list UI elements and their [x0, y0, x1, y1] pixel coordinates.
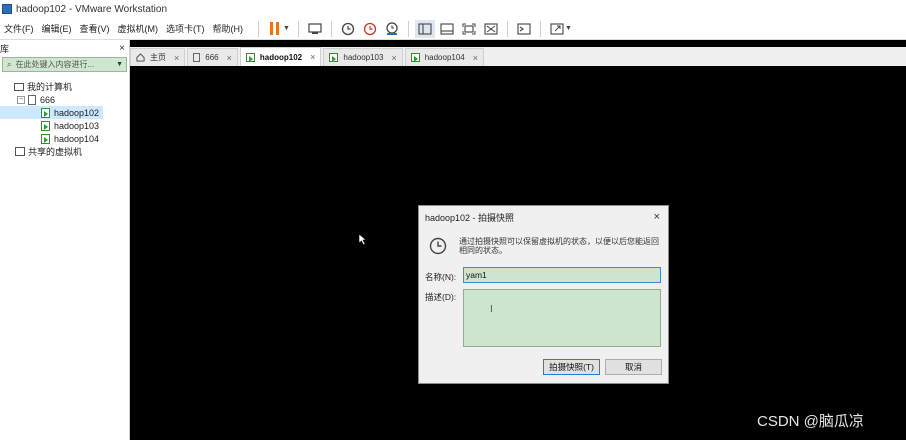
collapse-icon[interactable]: − [17, 95, 25, 104]
tree-item-label: hadoop102 [54, 107, 100, 118]
tree-item-hadoop102[interactable]: hadoop102 [0, 106, 103, 119]
toolbar-divider [330, 20, 332, 37]
tree-item-label: 共享的虚拟机 [28, 147, 83, 157]
unity-icon[interactable] [481, 20, 501, 38]
search-dropdown-icon[interactable]: ▼ [116, 61, 123, 68]
tree-item-label: hadoop104 [54, 133, 100, 144]
tab-hadoop102[interactable]: hadoop102 × [239, 47, 322, 66]
dialog-title: hadoop102 - 拍摄快照 [425, 212, 515, 223]
library-title: 库 [0, 43, 10, 54]
vm-icon [245, 52, 255, 62]
pause-dropdown-icon[interactable]: ▼ [283, 25, 290, 32]
tab-close-icon[interactable]: × [391, 53, 396, 63]
tab-strip: 主页 × 666 × hadoop102 × hadoop103 × hadoo… [130, 47, 906, 66]
shared-vm-icon [15, 147, 25, 156]
vm-running-icon [41, 107, 50, 118]
tab-label: hadoop104 [424, 53, 465, 62]
vm-running-icon [41, 133, 50, 144]
title-bar: hadoop102 - VMware Workstation [0, 0, 906, 18]
menu-vm[interactable]: 虚拟机(M) [114, 22, 163, 35]
menu-bar: 文件(F) 编辑(E) 查看(V) 虚拟机(M) 选项卡(T) 帮助(H) ▼ [0, 18, 906, 40]
tree-item-666[interactable]: − 666 [0, 93, 129, 106]
menu-help[interactable]: 帮助(H) [209, 22, 248, 35]
menu-edit[interactable]: 编辑(E) [38, 22, 76, 35]
thumbnail-bar-icon[interactable] [437, 20, 457, 38]
search-icon: ⌕ [7, 59, 12, 69]
tree-item-label: 666 [40, 94, 56, 105]
library-search-input[interactable]: ⌕ 在此处键入内容进行... ▼ [2, 57, 127, 72]
computer-icon [14, 82, 24, 91]
revert-snapshot-icon[interactable] [360, 20, 380, 38]
dialog-title-bar: hadoop102 - 拍摄快照 × [419, 206, 668, 228]
dialog-info: 通过拍摄快照可以保留虚拟机的状态，以便以后您能返回相同的状态。 [429, 237, 659, 255]
window-title: hadoop102 - VMware Workstation [16, 3, 168, 15]
name-label: 名称(N): [425, 272, 457, 282]
cancel-button[interactable]: 取消 [605, 359, 662, 375]
tree-item-hadoop103[interactable]: hadoop103 [0, 119, 129, 132]
tree-item-hadoop104[interactable]: hadoop104 [0, 132, 129, 145]
library-header: 库 × [0, 40, 129, 56]
console-view-icon[interactable] [514, 20, 534, 38]
home-icon [136, 53, 145, 62]
snapshot-name-value: yam1 [466, 270, 487, 280]
show-library-icon[interactable] [414, 19, 435, 38]
stretch-dropdown-icon[interactable]: ▼ [565, 25, 572, 32]
toolbar-divider [539, 20, 541, 37]
tree-item-label: 我的计算机 [27, 82, 73, 92]
tab-hadoop103[interactable]: hadoop103 × [323, 48, 403, 66]
tree-item-my-computer[interactable]: 我的计算机 [0, 80, 129, 93]
toolbar-divider [506, 20, 508, 37]
snapshot-manager-icon[interactable] [382, 20, 402, 38]
tab-hadoop104[interactable]: hadoop104 × [404, 48, 485, 66]
send-keys-icon[interactable] [305, 20, 325, 38]
toolbar: ▼ ▼ [253, 19, 575, 38]
stretch-guest-icon[interactable] [547, 20, 567, 38]
toolbar-divider [297, 20, 299, 37]
tab-label: 666 [205, 53, 219, 62]
menu-file[interactable]: 文件(F) [0, 22, 38, 35]
dialog-message: 通过拍摄快照可以保留虚拟机的状态，以便以后您能返回相同的状态。 [459, 237, 659, 255]
folder-icon [28, 94, 36, 105]
tab-home[interactable]: 主页 × [130, 48, 186, 66]
tab-close-icon[interactable]: × [310, 52, 315, 62]
dialog-close-icon[interactable]: × [654, 211, 660, 223]
tab-label: hadoop102 [259, 52, 303, 62]
library-close-icon[interactable]: × [119, 43, 125, 54]
tab-label: hadoop103 [343, 53, 384, 62]
mouse-cursor-icon [359, 234, 367, 246]
description-label: 描述(D): [425, 292, 457, 302]
library-panel: 库 × ⌕ 在此处键入内容进行... ▼ 我的计算机 − 666 hadoop1… [0, 40, 130, 440]
tree-item-shared-vms[interactable]: 共享的虚拟机 [0, 145, 129, 158]
text-cursor-icon: I [490, 304, 493, 315]
vmware-app-icon [2, 4, 12, 14]
snapshot-name-input[interactable]: yam1 [463, 267, 661, 283]
tab-666[interactable]: 666 × [187, 48, 238, 66]
tab-close-icon[interactable]: × [174, 53, 179, 63]
snapshot-icon[interactable] [338, 20, 358, 38]
vm-running-icon [41, 120, 50, 131]
clock-icon [429, 237, 447, 255]
search-placeholder: 在此处键入内容进行... [15, 60, 95, 69]
fullscreen-icon[interactable] [459, 20, 479, 38]
tree-item-label: hadoop103 [54, 120, 100, 131]
library-tree: 我的计算机 − 666 hadoop102 hadoop103 hadoop10… [0, 80, 129, 158]
vm-icon [329, 53, 339, 62]
toolbar-divider [258, 20, 259, 37]
toolbar-divider [407, 20, 409, 37]
tab-label: 主页 [150, 53, 166, 62]
snapshot-description-input[interactable]: I [463, 289, 661, 347]
tab-close-icon[interactable]: × [227, 53, 232, 63]
tab-close-icon[interactable]: × [473, 53, 478, 63]
menu-tabs[interactable]: 选项卡(T) [162, 22, 209, 35]
snapshot-dialog: hadoop102 - 拍摄快照 × 通过拍摄快照可以保留虚拟机的状态，以便以后… [418, 205, 669, 384]
take-snapshot-button[interactable]: 拍摄快照(T) [543, 359, 600, 375]
doc-icon [193, 53, 201, 62]
vm-icon [410, 53, 420, 62]
pause-icon[interactable] [265, 20, 285, 38]
menu-view[interactable]: 查看(V) [76, 22, 114, 35]
watermark: CSDN @脑瓜凉 [757, 413, 864, 430]
